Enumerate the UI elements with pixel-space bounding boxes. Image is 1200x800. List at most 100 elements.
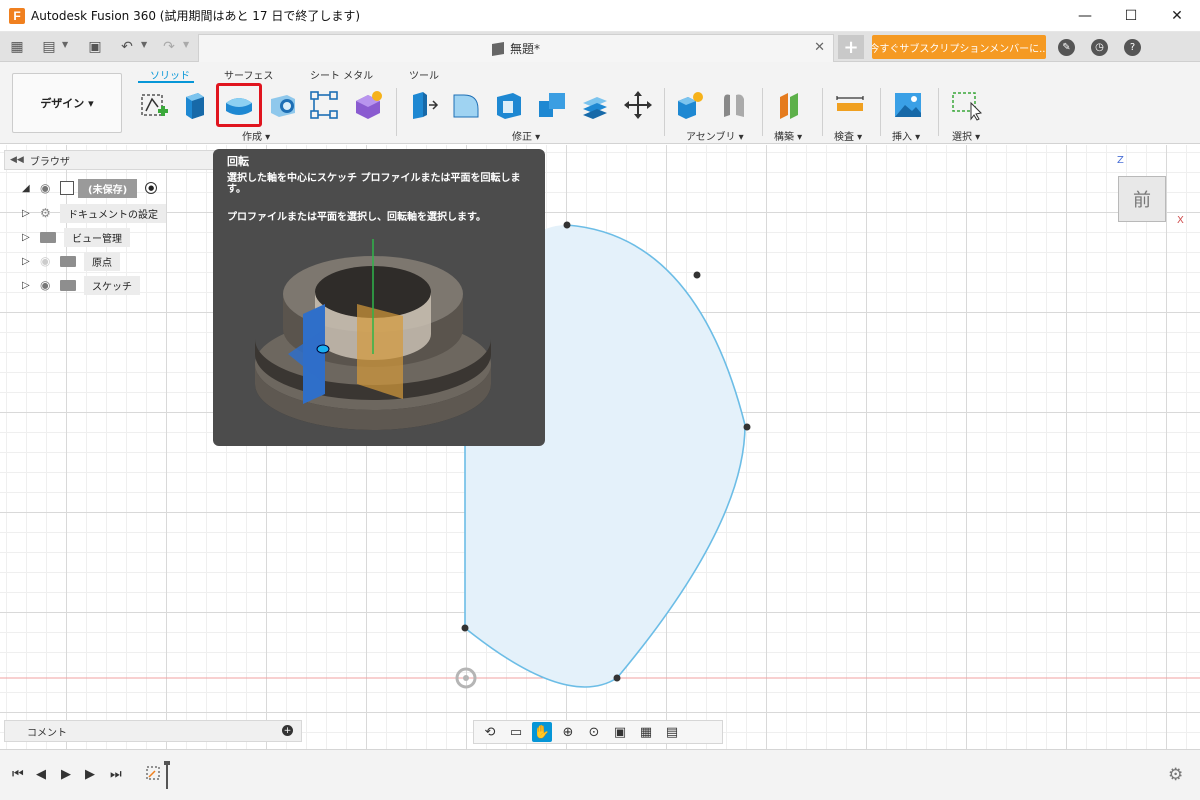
browser-root-node[interactable]: ◢ ◉ (未保存) ●: [22, 178, 158, 198]
collapse-browser-icon[interactable]: ◀◀: [10, 155, 24, 165]
browser-item-named-views[interactable]: ▷ ビュー管理: [22, 227, 130, 247]
collapsed-triangle-icon[interactable]: ▷: [22, 280, 40, 291]
modify-group-label[interactable]: 修正 ▾: [512, 128, 540, 143]
minimize-button[interactable]: —: [1062, 0, 1108, 32]
assemble-group-label[interactable]: アセンブリ ▾: [686, 128, 744, 143]
measure-icon[interactable]: [832, 87, 868, 123]
file-menu-chevron-icon[interactable]: ▼: [62, 40, 68, 49]
undo-icon[interactable]: ↶: [118, 38, 136, 56]
help-icon[interactable]: ?: [1124, 39, 1141, 56]
grid-settings-icon[interactable]: ▦: [636, 722, 656, 742]
inspect-group-label[interactable]: 検査 ▾: [834, 128, 862, 143]
active-tab-indicator: [138, 81, 194, 83]
save-icon[interactable]: ▣: [86, 38, 104, 56]
comments-panel[interactable]: コメント +: [4, 720, 302, 742]
add-comment-icon[interactable]: +: [282, 725, 293, 736]
viewports-icon[interactable]: ▤: [662, 722, 682, 742]
canvas-viewport[interactable]: [0, 145, 1200, 749]
collapsed-triangle-icon[interactable]: ▷: [22, 232, 40, 243]
select-group-label[interactable]: 選択 ▾: [952, 128, 980, 143]
document-tab-label: 無題*: [509, 42, 540, 56]
close-window-button[interactable]: ✕: [1154, 0, 1200, 32]
workspace-switcher[interactable]: デザイン ▾: [12, 73, 122, 133]
new-tab-button[interactable]: +: [838, 35, 864, 59]
replace-face-icon[interactable]: [577, 87, 613, 123]
display-settings-icon[interactable]: ▣: [610, 722, 630, 742]
sketch-point: [461, 624, 469, 632]
orbit-icon[interactable]: ⟲: [480, 722, 500, 742]
sweep-icon[interactable]: [265, 87, 301, 123]
step-back-icon[interactable]: ◀: [36, 767, 46, 782]
tab-solid[interactable]: ソリッド: [150, 67, 190, 82]
data-panel-grid-icon[interactable]: ▦: [8, 38, 26, 56]
job-status-icon[interactable]: ✎: [1058, 39, 1075, 56]
browser-item-origin[interactable]: ▷ ◉ 原点: [22, 251, 120, 271]
insert-image-icon[interactable]: [890, 87, 926, 123]
select-icon[interactable]: [948, 87, 984, 123]
construct-group-label[interactable]: 構築 ▾: [774, 128, 802, 143]
hidden-eye-icon[interactable]: ◉: [40, 254, 60, 268]
create-form-icon[interactable]: [350, 87, 386, 123]
tab-sheet-metal[interactable]: シート メタル: [310, 67, 373, 82]
shell-icon[interactable]: [491, 87, 527, 123]
folder-icon: [40, 231, 56, 243]
go-to-end-icon[interactable]: ⏭: [110, 767, 122, 782]
sketch-point: [743, 423, 751, 431]
browser-item-label: 原点: [84, 251, 120, 271]
create-sketch-icon[interactable]: [136, 87, 172, 123]
combine-icon[interactable]: [534, 87, 570, 123]
insert-group-label[interactable]: 挿入 ▾: [892, 128, 920, 143]
redo-chevron-icon[interactable]: ▼: [183, 40, 189, 49]
viewcube[interactable]: 前: [1118, 176, 1166, 222]
timeline-settings-gear-icon[interactable]: ⚙: [1168, 765, 1183, 785]
folder-icon: [60, 255, 76, 267]
tab-close-icon[interactable]: ✕: [814, 40, 825, 55]
create-group-label[interactable]: 作成 ▾: [242, 128, 270, 143]
fillet-icon[interactable]: [448, 87, 484, 123]
revolve-icon[interactable]: [216, 83, 262, 127]
sketch-canvas[interactable]: [0, 145, 1200, 749]
tab-surface[interactable]: サーフェス: [224, 67, 273, 82]
ribbon-separator: [938, 88, 939, 136]
offset-plane-icon[interactable]: [772, 87, 808, 123]
collapsed-triangle-icon[interactable]: ▷: [22, 256, 40, 267]
look-at-icon[interactable]: ▭: [506, 722, 526, 742]
sketch-point: [613, 674, 621, 682]
new-component-icon[interactable]: [672, 87, 708, 123]
browser-item-sketches[interactable]: ▷ ◉ スケッチ: [22, 275, 140, 295]
play-icon[interactable]: ▶: [61, 767, 71, 782]
notification-clock-icon[interactable]: ◷: [1091, 39, 1108, 56]
browser-item-document-settings[interactable]: ▷ ⚙ ドキュメントの設定: [22, 203, 166, 223]
root-component-label: (未保存): [78, 178, 138, 198]
fit-zoom-icon[interactable]: ⊙: [584, 722, 604, 742]
activate-radio-icon[interactable]: ●: [145, 182, 158, 194]
window-controls: — ☐ ✕: [1062, 0, 1200, 32]
expanded-triangle-icon[interactable]: ◢: [22, 183, 40, 194]
ribbon-separator: [880, 88, 881, 136]
document-tab[interactable]: 無題* ✕: [198, 34, 834, 62]
viewcube-front-label: 前: [1133, 190, 1151, 211]
visibility-eye-icon[interactable]: ◉: [40, 181, 60, 195]
ribbon-separator: [664, 88, 665, 136]
browser-item-label: ビュー管理: [64, 227, 130, 247]
move-copy-icon[interactable]: [620, 87, 656, 123]
undo-chevron-icon[interactable]: ▼: [141, 40, 147, 49]
step-forward-icon[interactable]: ▶: [85, 767, 95, 782]
timeline-sketch-feature-icon[interactable]: [137, 759, 173, 791]
toolbar-ribbon: デザイン ▾ ソリッド サーフェス シート メタル ツール 作成 ▾ 修正 ▾: [0, 62, 1200, 144]
zoom-icon[interactable]: ⊕: [558, 722, 578, 742]
loft-icon[interactable]: [306, 87, 342, 123]
go-to-start-icon[interactable]: ⏮: [12, 767, 24, 782]
file-menu-icon[interactable]: ▤: [40, 38, 58, 56]
subscribe-button[interactable]: 今すぐサブスクリプションメンバーに...: [872, 35, 1046, 59]
redo-icon[interactable]: ↷: [160, 38, 178, 56]
maximize-button[interactable]: ☐: [1108, 0, 1154, 32]
component-icon: [60, 181, 74, 195]
visibility-eye-icon[interactable]: ◉: [40, 278, 60, 292]
pan-hand-icon[interactable]: ✋: [532, 722, 552, 742]
press-pull-icon[interactable]: [405, 87, 441, 123]
joint-icon[interactable]: [716, 87, 752, 123]
extrude-icon[interactable]: [176, 87, 212, 123]
collapsed-triangle-icon[interactable]: ▷: [22, 208, 40, 219]
tab-tools[interactable]: ツール: [409, 67, 439, 82]
